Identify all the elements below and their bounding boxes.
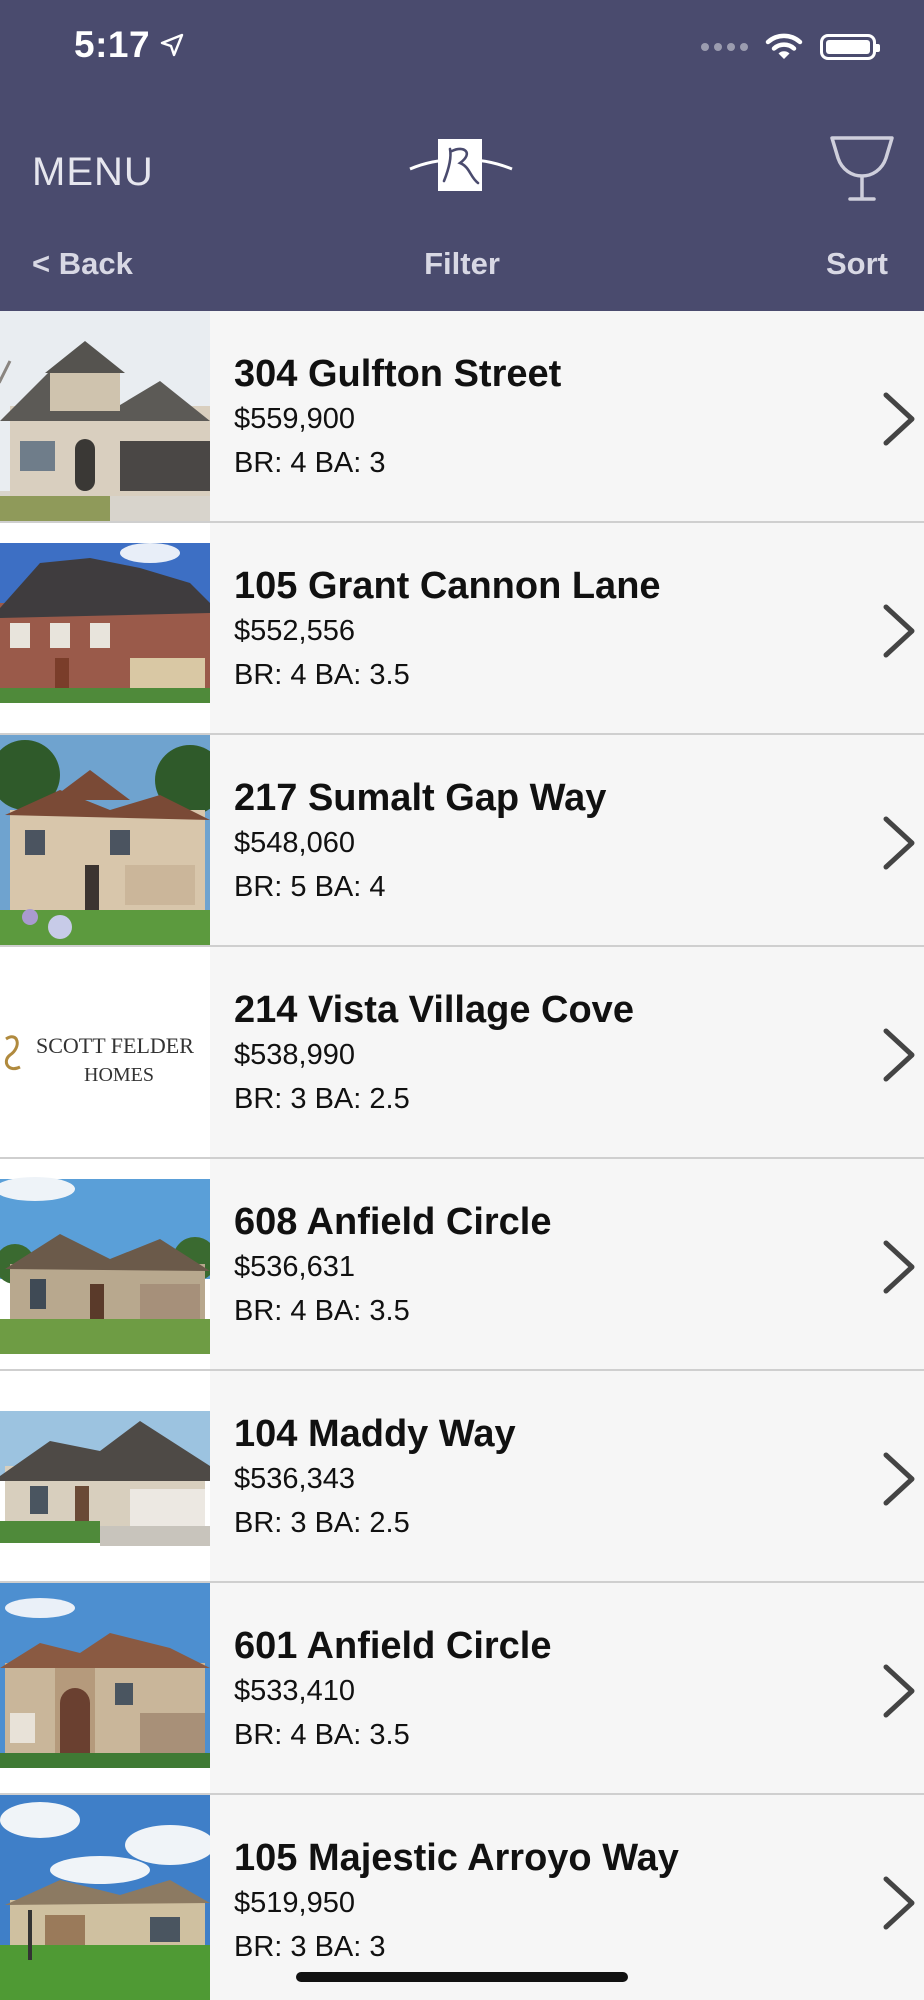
house-photo (0, 1371, 210, 1581)
chevron-right-icon[interactable] (882, 1875, 916, 1931)
house-photo (0, 311, 210, 521)
house-photo (0, 1795, 210, 2000)
chevron-right-icon[interactable] (882, 1239, 916, 1295)
house-photo (0, 1583, 210, 1793)
listing-info: 304 Gulfton Street $559,900 BR: 4 BA: 3 (234, 351, 561, 485)
house-photo (0, 523, 210, 733)
listing-row[interactable]: 601 Anfield Circle $533,410 BR: 4 BA: 3.… (0, 1583, 924, 1795)
battery-icon (820, 34, 880, 60)
listing-info: 105 Majestic Arroyo Way $519,950 BR: 3 B… (234, 1835, 679, 1969)
listing-rooms: BR: 4 BA: 3.5 (234, 1295, 410, 1327)
listing-row[interactable]: SCOTT FELDER HOMES 214 Vista Village Cov… (0, 947, 924, 1159)
location-arrow-icon (160, 33, 184, 57)
trophy-icon[interactable] (826, 134, 898, 204)
listing-row[interactable]: 304 Gulfton Street $559,900 BR: 4 BA: 3 (0, 311, 924, 523)
nav-row: < Back Filter Sort (0, 246, 924, 286)
listing-address: 217 Sumalt Gap Way (234, 777, 607, 819)
listing-price: $548,060 (234, 827, 355, 859)
listing-row[interactable]: 104 Maddy Way $536,343 BR: 3 BA: 2.5 (0, 1371, 924, 1583)
listing-price: $533,410 (234, 1675, 355, 1707)
listing-row[interactable]: 105 Grant Cannon Lane $552,556 BR: 4 BA:… (0, 523, 924, 735)
filter-button[interactable]: Filter (0, 246, 924, 282)
builder-logo: SCOTT FELDER HOMES (0, 947, 210, 1157)
listing-address: 104 Maddy Way (234, 1413, 516, 1455)
listing-address: 304 Gulfton Street (234, 353, 562, 395)
listing-row[interactable]: 608 Anfield Circle $536,631 BR: 4 BA: 3.… (0, 1159, 924, 1371)
chevron-right-icon[interactable] (882, 603, 916, 659)
listing-price: $519,950 (234, 1887, 355, 1919)
chevron-right-icon[interactable] (882, 1663, 916, 1719)
status-bar-indicators (701, 32, 880, 62)
listing-rooms: BR: 3 BA: 2.5 (234, 1507, 410, 1539)
listing-info: 105 Grant Cannon Lane $552,556 BR: 4 BA:… (234, 563, 661, 697)
listing-address: 601 Anfield Circle (234, 1625, 552, 1667)
listing-info: 104 Maddy Way $536,343 BR: 3 BA: 2.5 (234, 1411, 516, 1545)
house-photo (0, 735, 210, 945)
menu-button[interactable]: MENU (32, 150, 154, 195)
listing-row[interactable]: 105 Majestic Arroyo Way $519,950 BR: 3 B… (0, 1795, 924, 2000)
listing-rooms: BR: 4 BA: 3.5 (234, 659, 410, 691)
status-time-text: 5:17 (74, 24, 151, 65)
listing-rooms: BR: 5 BA: 4 (234, 871, 386, 903)
listing-info: 608 Anfield Circle $536,631 BR: 4 BA: 3.… (234, 1199, 552, 1333)
listing-price: $552,556 (234, 615, 355, 647)
home-indicator[interactable] (296, 1972, 628, 1982)
chevron-right-icon[interactable] (882, 391, 916, 447)
house-photo (0, 1159, 210, 1369)
listing-info: 217 Sumalt Gap Way $548,060 BR: 5 BA: 4 (234, 775, 606, 909)
builder-logo (409, 139, 513, 191)
status-bar-time: 5:17 (74, 24, 184, 66)
listing-rooms: BR: 3 BA: 3 (234, 1931, 386, 1963)
listing-price: $536,343 (234, 1463, 355, 1495)
listing-address: 214 Vista Village Cove (234, 989, 634, 1031)
builder-logo-text: SCOTT FELDER (36, 1033, 194, 1058)
builder-logo-subtext: HOMES (84, 1064, 154, 1086)
listing-rooms: BR: 4 BA: 3 (234, 447, 386, 479)
listing-info: 214 Vista Village Cove $538,990 BR: 3 BA… (234, 987, 634, 1121)
sort-button[interactable]: Sort (826, 246, 888, 282)
listing-price: $538,990 (234, 1039, 355, 1071)
cellular-signal-icon (701, 43, 748, 51)
chevron-right-icon[interactable] (882, 1027, 916, 1083)
chevron-right-icon[interactable] (882, 815, 916, 871)
listing-price: $536,631 (234, 1251, 355, 1283)
listing-rooms: BR: 4 BA: 3.5 (234, 1719, 410, 1751)
listing-address: 105 Majestic Arroyo Way (234, 1837, 679, 1879)
listing-address: 608 Anfield Circle (234, 1201, 552, 1243)
app-header: 5:17 MENU < Back Filter Sort (0, 0, 924, 311)
listing-list: 304 Gulfton Street $559,900 BR: 4 BA: 3 (0, 311, 924, 2000)
chevron-right-icon[interactable] (882, 1451, 916, 1507)
listing-info: 601 Anfield Circle $533,410 BR: 4 BA: 3.… (234, 1623, 552, 1757)
listing-row[interactable]: 217 Sumalt Gap Way $548,060 BR: 5 BA: 4 (0, 735, 924, 947)
listing-rooms: BR: 3 BA: 2.5 (234, 1083, 410, 1115)
wifi-icon (765, 33, 803, 59)
listing-price: $559,900 (234, 403, 355, 435)
listing-address: 105 Grant Cannon Lane (234, 565, 661, 607)
